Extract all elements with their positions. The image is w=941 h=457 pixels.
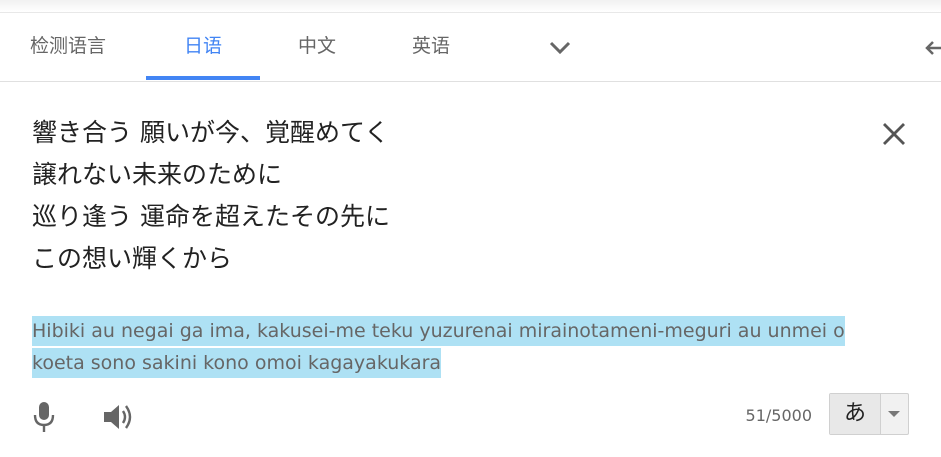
transliteration-line: koeta sono sakini kono omoi kagayakukara (32, 348, 442, 378)
top-bar (0, 0, 941, 13)
tab-chinese[interactable]: 中文 (284, 13, 350, 79)
chevron-down-icon[interactable] (547, 37, 573, 59)
source-line: 譲れない未来のために (32, 160, 283, 189)
source-line: 響き合う 願いが今、覚醒めてく (32, 118, 390, 147)
source-line: この想い輝くから (32, 244, 233, 273)
transliteration-line: Hibiki au negai ga ima, kakusei-me teku … (32, 316, 845, 346)
close-icon[interactable] (879, 119, 909, 149)
swap-icon[interactable] (922, 36, 941, 60)
microphone-icon[interactable] (31, 400, 57, 434)
tab-english[interactable]: 英语 (398, 13, 464, 79)
tab-detect-language[interactable]: 检测语言 (22, 13, 114, 79)
ime-label[interactable]: あ (830, 394, 881, 434)
speaker-icon[interactable] (102, 401, 136, 433)
character-count: 51/5000 (745, 406, 812, 425)
dropdown-arrow-icon[interactable] (888, 411, 900, 417)
source-line: 巡り逢う 運命を超えたその先に (32, 202, 390, 231)
active-tab-indicator (146, 76, 260, 80)
tab-japanese[interactable]: 日语 (146, 13, 260, 79)
language-tabs: 检测语言 日语 中文 英语 (0, 13, 941, 82)
input-tools-button[interactable]: あ (829, 393, 909, 435)
transliteration: Hibiki au negai ga ima, kakusei-me teku … (32, 315, 882, 379)
source-text[interactable]: 響き合う 願いが今、覚醒めてく 譲れない未来のために 巡り逢う 運命を超えたその… (32, 112, 872, 280)
